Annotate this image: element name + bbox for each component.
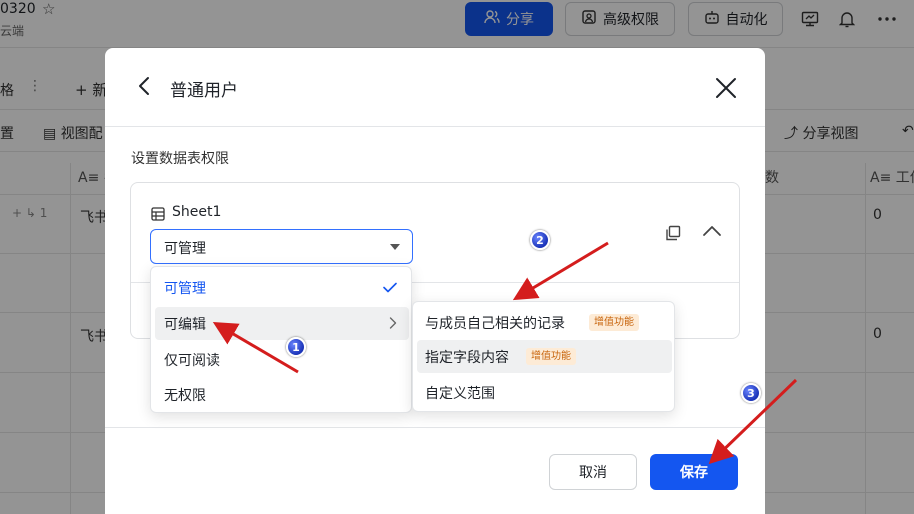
- permission-select-value: 可管理: [164, 241, 206, 257]
- premium-badge: 增值功能: [589, 314, 639, 331]
- annotation-marker-1: 1: [286, 337, 306, 357]
- footer-divider: [105, 427, 765, 428]
- chevron-right-icon: [389, 317, 397, 329]
- chevron-up-icon[interactable]: [701, 223, 723, 239]
- menu-item-label: 可编辑: [164, 317, 206, 333]
- menu-item-no-permission[interactable]: 无权限: [155, 378, 409, 411]
- close-icon[interactable]: [713, 75, 739, 101]
- save-button[interactable]: 保存: [650, 454, 738, 490]
- permission-select[interactable]: 可管理: [150, 229, 413, 264]
- back-icon[interactable]: [133, 74, 157, 98]
- check-icon: [383, 281, 397, 293]
- premium-badge: 增值功能: [526, 348, 576, 365]
- menu-item-label: 仅可阅读: [164, 353, 220, 369]
- edit-submenu: 与成员自己相关的记录 增值功能 指定字段内容 增值功能 自定义范围: [412, 301, 675, 412]
- sheet-name: Sheet1: [172, 204, 222, 220]
- dialog-header: 普通用户: [105, 48, 765, 127]
- annotation-marker-3: 3: [741, 383, 761, 403]
- dialog-title: 普通用户: [170, 81, 238, 101]
- menu-item-manage[interactable]: 可管理: [155, 271, 409, 304]
- submenu-item-custom-range[interactable]: 自定义范围: [417, 376, 672, 409]
- submenu-item-own-records[interactable]: 与成员自己相关的记录 增值功能: [417, 306, 672, 339]
- submenu-item-label: 自定义范围: [425, 386, 495, 402]
- menu-item-read-only[interactable]: 仅可阅读: [155, 343, 409, 376]
- copy-icon[interactable]: [665, 225, 681, 241]
- permission-dropdown: 可管理 可编辑 仅可阅读 无权限: [150, 266, 412, 413]
- menu-item-label: 可管理: [164, 281, 206, 297]
- menu-item-label: 无权限: [164, 388, 206, 404]
- caret-down-icon: [390, 244, 400, 250]
- submenu-item-label: 指定字段内容: [425, 350, 509, 366]
- menu-item-edit[interactable]: 可编辑: [155, 307, 409, 340]
- annotation-marker-2: 2: [530, 230, 550, 250]
- section-label: 设置数据表权限: [131, 151, 229, 167]
- table-icon: [151, 207, 165, 221]
- cancel-button[interactable]: 取消: [549, 454, 637, 490]
- submenu-item-specified-fields[interactable]: 指定字段内容 增值功能: [417, 340, 672, 373]
- submenu-item-label: 与成员自己相关的记录: [425, 316, 565, 332]
